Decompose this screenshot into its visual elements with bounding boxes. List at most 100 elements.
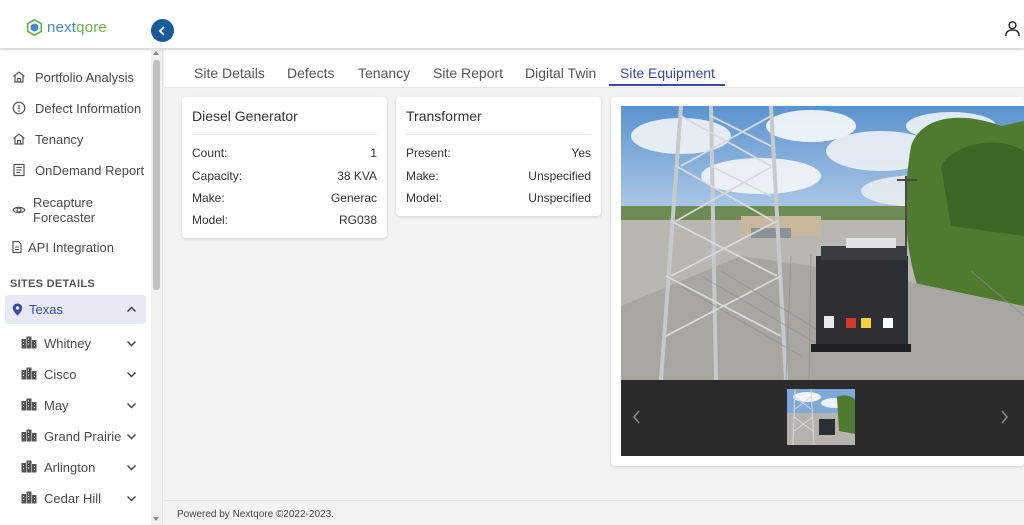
buildings-icon [21, 491, 37, 504]
map-pin-icon [12, 303, 23, 316]
state-label: Texas [29, 302, 63, 317]
sidebar-site-arlington[interactable]: Arlington [0, 455, 150, 479]
sidebar-item-recapture-forecaster[interactable]: Recapture Forecaster [0, 194, 150, 226]
active-tab-indicator [609, 84, 725, 86]
diesel-generator-card: Diesel Generator Count: 1 Capacity: 38 K… [182, 97, 387, 238]
field-label: Make: [192, 191, 225, 205]
field-value: Generac [330, 191, 377, 205]
divider [192, 134, 377, 135]
buildings-icon [21, 429, 37, 442]
chevron-down-icon [126, 433, 137, 440]
chevron-right-icon[interactable] [999, 410, 1009, 424]
sites-details-heading: SITES DETAILS [10, 278, 95, 290]
scrollbar-thumb[interactable] [153, 60, 160, 290]
thumbnail-image[interactable] [787, 389, 855, 445]
chevron-down-icon [126, 464, 137, 471]
chevron-down-icon [126, 371, 137, 378]
site-label: Grand Prairie [44, 429, 122, 444]
sidebar-item-label: Recapture Forecaster [33, 195, 96, 225]
field-value: Unspecified [528, 169, 591, 183]
sidebar-site-cisco[interactable]: Cisco [0, 362, 150, 386]
home-icon [13, 133, 25, 145]
report-icon [13, 163, 25, 177]
field-label: Model: [406, 191, 443, 205]
field-label: Model: [192, 213, 229, 227]
site-label: Cedar Hill [44, 491, 102, 506]
eye-icon [12, 206, 26, 214]
sidebar-site-cedar-hill[interactable]: Cedar Hill [0, 486, 150, 510]
sidebar-item-label: Portfolio Analysis [35, 69, 134, 85]
scroll-down-arrow[interactable] [153, 517, 159, 521]
generator-capacity-row: Capacity: 38 KVA [192, 169, 377, 185]
sidebar-site-whitney[interactable]: Whitney [0, 331, 150, 355]
sidebar-item-label: API Integration [28, 239, 114, 255]
footer: Powered by Nextqore ©2022-2023. [164, 500, 1024, 525]
sidebar-item-label: OnDemand Report [35, 162, 145, 178]
user-account-icon[interactable] [1004, 20, 1021, 37]
equipment-photo[interactable] [621, 106, 1024, 380]
generator-count-row: Count: 1 [192, 146, 377, 162]
transformer-present-row: Present: Yes [406, 146, 591, 162]
sidebar-state-texas[interactable]: Texas [5, 295, 146, 324]
sidebar-item-label: Tenancy [35, 131, 84, 147]
field-label: Count: [192, 146, 228, 160]
chevron-up-icon [126, 306, 137, 313]
transformer-make-row: Make: Unspecified [406, 169, 591, 185]
transformer-card: Transformer Present: Yes Make: Unspecifi… [396, 97, 601, 216]
sidebar-site-may[interactable]: May [0, 393, 150, 417]
field-value: Yes [571, 146, 591, 160]
tab-digital-twin[interactable]: Digital Twin [525, 65, 596, 81]
site-tabs: Site Details Defects Tenancy Site Report… [164, 50, 1024, 88]
buildings-icon [21, 367, 37, 380]
field-value: RG038 [338, 213, 377, 227]
sidebar-scrollbar[interactable] [151, 50, 162, 525]
chevron-down-icon [126, 402, 137, 409]
field-label: Make: [406, 169, 439, 183]
generator-make-row: Make: Generac [192, 191, 377, 207]
buildings-icon [21, 336, 37, 349]
field-label: Capacity: [192, 169, 243, 183]
buildings-icon [21, 460, 37, 473]
tab-site-equipment[interactable]: Site Equipment [620, 65, 715, 81]
site-label: May [44, 398, 69, 413]
sidebar-item-api-integration[interactable]: API Integration [0, 239, 150, 255]
tab-defects[interactable]: Defects [287, 65, 334, 81]
buildings-icon [21, 398, 37, 411]
tab-site-details[interactable]: Site Details [194, 65, 265, 81]
site-photo-illustration [621, 106, 1024, 380]
sidebar-item-portfolio-analysis[interactable]: Portfolio Analysis [0, 69, 150, 85]
info-circle-icon [12, 101, 26, 115]
chevron-down-icon [126, 495, 137, 502]
chevron-left-icon [158, 25, 165, 36]
sidebar-item-label: Defect Information [35, 100, 142, 116]
logo-hexagon-icon [26, 19, 43, 36]
home-icon [13, 71, 25, 83]
sidebar: Portfolio Analysis Defect Information Te… [0, 50, 163, 525]
generator-model-row: Model: RG038 [192, 213, 377, 229]
thumbnail-illustration [787, 389, 855, 445]
divider [406, 134, 591, 135]
brand-name: nextqore [47, 19, 107, 36]
sidebar-site-grand-prairie[interactable]: Grand Prairie [0, 424, 150, 448]
transformer-model-row: Model: Unspecified [406, 191, 591, 207]
chevron-down-icon [126, 340, 137, 347]
card-title: Transformer [406, 108, 482, 124]
scroll-up-arrow[interactable] [153, 51, 159, 55]
field-value: Unspecified [528, 191, 591, 205]
tab-site-report[interactable]: Site Report [433, 65, 503, 81]
footer-copyright: Powered by Nextqore ©2022-2023. [177, 509, 334, 520]
sidebar-item-ondemand-report[interactable]: OnDemand Report [0, 162, 150, 178]
site-label: Arlington [44, 460, 96, 475]
tab-tenancy[interactable]: Tenancy [358, 65, 410, 81]
field-value: 1 [370, 146, 377, 160]
field-value: 38 KVA [337, 169, 377, 183]
chevron-left-icon[interactable] [632, 410, 642, 424]
document-icon [12, 240, 22, 254]
sidebar-item-defect-information[interactable]: Defect Information [0, 100, 150, 116]
top-header: nextqore [0, 0, 1024, 49]
sidebar-collapse-button[interactable] [151, 19, 174, 42]
field-label: Present: [406, 146, 451, 160]
card-title: Diesel Generator [192, 108, 298, 124]
brand-logo[interactable]: nextqore [26, 19, 107, 36]
sidebar-item-tenancy[interactable]: Tenancy [0, 131, 150, 147]
